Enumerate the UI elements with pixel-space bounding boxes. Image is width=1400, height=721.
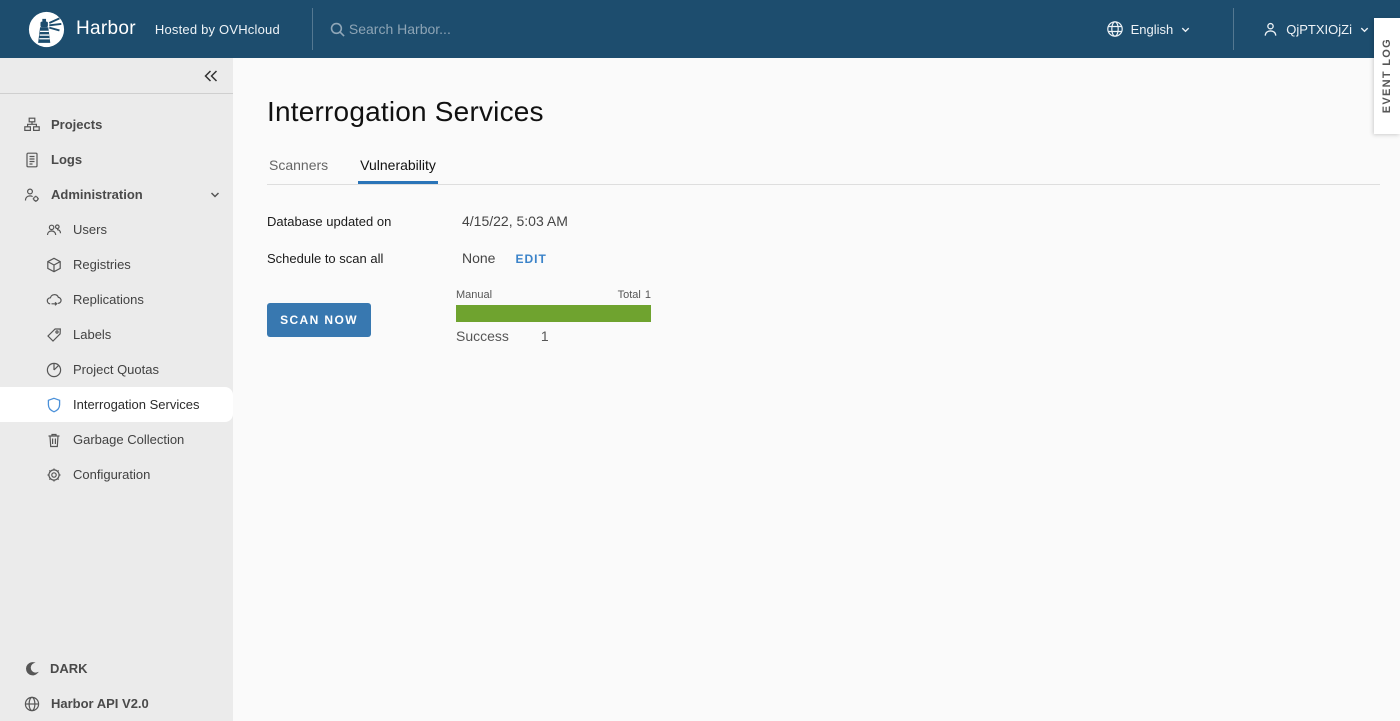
sidebar-item-interrogation-services[interactable]: Interrogation Services <box>0 387 233 422</box>
chevron-down-icon <box>1180 24 1191 35</box>
sidebar-item-label: Replications <box>73 292 144 307</box>
scan-section: SCAN NOW Manual Total 1 Success 1 <box>267 289 1380 344</box>
user-menu[interactable]: QjPTXIOjZi <box>1262 21 1370 38</box>
api-version-label: Harbor API V2.0 <box>51 696 149 711</box>
dark-mode-label: DARK <box>50 661 88 676</box>
sidebar-item-replications[interactable]: Replications <box>0 282 233 317</box>
sidebar-item-logs[interactable]: Logs <box>0 142 233 177</box>
sidebar-item-label: Administration <box>51 187 143 202</box>
status-count: 1 <box>541 328 549 344</box>
chart-total: Total 1 <box>618 289 651 301</box>
search-input[interactable] <box>349 21 569 37</box>
event-log-tab[interactable]: EVENT LOG <box>1374 18 1400 134</box>
main-content: Interrogation Services Scanners Vulnerab… <box>233 58 1400 721</box>
sidebar-item-labels[interactable]: Labels <box>0 317 233 352</box>
sidebar-item-label: Logs <box>51 152 82 167</box>
project-quotas-icon <box>46 362 62 378</box>
sidebar-item-administration[interactable]: Administration <box>0 177 233 212</box>
sidebar-item-label: Interrogation Services <box>73 397 199 412</box>
brand-subtitle: Hosted by OVHcloud <box>155 22 280 37</box>
tab-bar: Scanners Vulnerability <box>267 153 1380 185</box>
language-label: English <box>1131 22 1174 37</box>
database-updated-value: 4/15/22, 5:03 AM <box>462 213 568 229</box>
sidebar-item-label: Garbage Collection <box>73 432 184 447</box>
replications-icon <box>46 292 62 308</box>
moon-icon <box>24 661 39 676</box>
chart-header: Manual Total 1 <box>456 289 651 301</box>
sidebar-collapse-row <box>0 58 233 94</box>
interrogation-services-shield-icon <box>46 397 62 413</box>
sidebar-footer: DARK Harbor API V2.0 <box>0 651 233 721</box>
sidebar-item-label: Users <box>73 222 107 237</box>
labels-icon <box>46 327 62 343</box>
header-divider <box>1233 8 1234 50</box>
chevron-down-icon <box>209 189 221 201</box>
tab-vulnerability[interactable]: Vulnerability <box>358 153 438 184</box>
harbor-api-link[interactable]: Harbor API V2.0 <box>0 686 233 721</box>
database-updated-row: Database updated on 4/15/22, 5:03 AM <box>267 213 1380 229</box>
sidebar-nav: Projects Logs Administration Users <box>0 94 233 492</box>
sidebar-item-garbage-collection[interactable]: Garbage Collection <box>0 422 233 457</box>
sidebar-item-project-quotas[interactable]: Project Quotas <box>0 352 233 387</box>
scan-success-bar <box>456 305 651 322</box>
chart-total-label: Total <box>618 289 641 301</box>
header-actions: English QjPTXIOjZi <box>1106 0 1400 58</box>
global-search <box>329 21 569 38</box>
chart-legend: Success 1 <box>456 328 651 344</box>
sidebar-item-configuration[interactable]: Configuration <box>0 457 233 492</box>
language-menu[interactable]: English <box>1106 20 1192 38</box>
registries-icon <box>46 257 62 273</box>
schedule-label: Schedule to scan all <box>267 251 462 266</box>
username-label: QjPTXIOjZi <box>1286 22 1352 37</box>
double-chevron-left-icon <box>202 69 220 83</box>
schedule-value: None <box>462 250 495 266</box>
event-log-label: EVENT LOG <box>1381 38 1393 113</box>
sidebar-item-projects[interactable]: Projects <box>0 107 233 142</box>
collapse-sidebar-button[interactable] <box>202 69 220 83</box>
brand-title: Harbor <box>76 18 136 40</box>
sidebar-item-label: Project Quotas <box>73 362 159 377</box>
sidebar-item-label: Labels <box>73 327 111 342</box>
users-icon <box>46 222 62 238</box>
scan-progress-track <box>456 305 651 322</box>
schedule-row: Schedule to scan all None EDIT <box>267 250 1380 266</box>
sidebar-item-users[interactable]: Users <box>0 212 233 247</box>
scan-now-button[interactable]: SCAN NOW <box>267 303 371 337</box>
sidebar-item-registries[interactable]: Registries <box>0 247 233 282</box>
edit-schedule-button[interactable]: EDIT <box>515 252 546 266</box>
configuration-gear-icon <box>46 467 62 483</box>
user-icon <box>1262 21 1279 38</box>
sidebar-item-label: Registries <box>73 257 131 272</box>
globe-icon <box>1106 20 1124 38</box>
chevron-down-icon <box>1359 24 1370 35</box>
tab-scanners[interactable]: Scanners <box>267 153 330 184</box>
administration-icon <box>24 187 40 203</box>
api-world-icon <box>24 696 40 712</box>
scan-status-chart: Manual Total 1 Success 1 <box>456 289 651 344</box>
logs-icon <box>24 152 40 168</box>
search-icon <box>329 21 346 38</box>
header-divider <box>312 8 313 50</box>
database-updated-label: Database updated on <box>267 214 462 229</box>
page-title: Interrogation Services <box>267 96 1380 128</box>
garbage-collection-trash-icon <box>46 432 62 448</box>
sidebar-item-label: Projects <box>51 117 102 132</box>
projects-icon <box>24 117 40 133</box>
status-label: Success <box>456 328 509 344</box>
dark-mode-toggle[interactable]: DARK <box>0 651 233 686</box>
chart-total-value: 1 <box>645 289 651 301</box>
harbor-logo-icon[interactable] <box>28 11 65 48</box>
chart-title: Manual <box>456 289 492 301</box>
sidebar: Projects Logs Administration Users <box>0 58 233 721</box>
app-header: Harbor Hosted by OVHcloud English QjPTXI… <box>0 0 1400 58</box>
sidebar-item-label: Configuration <box>73 467 150 482</box>
